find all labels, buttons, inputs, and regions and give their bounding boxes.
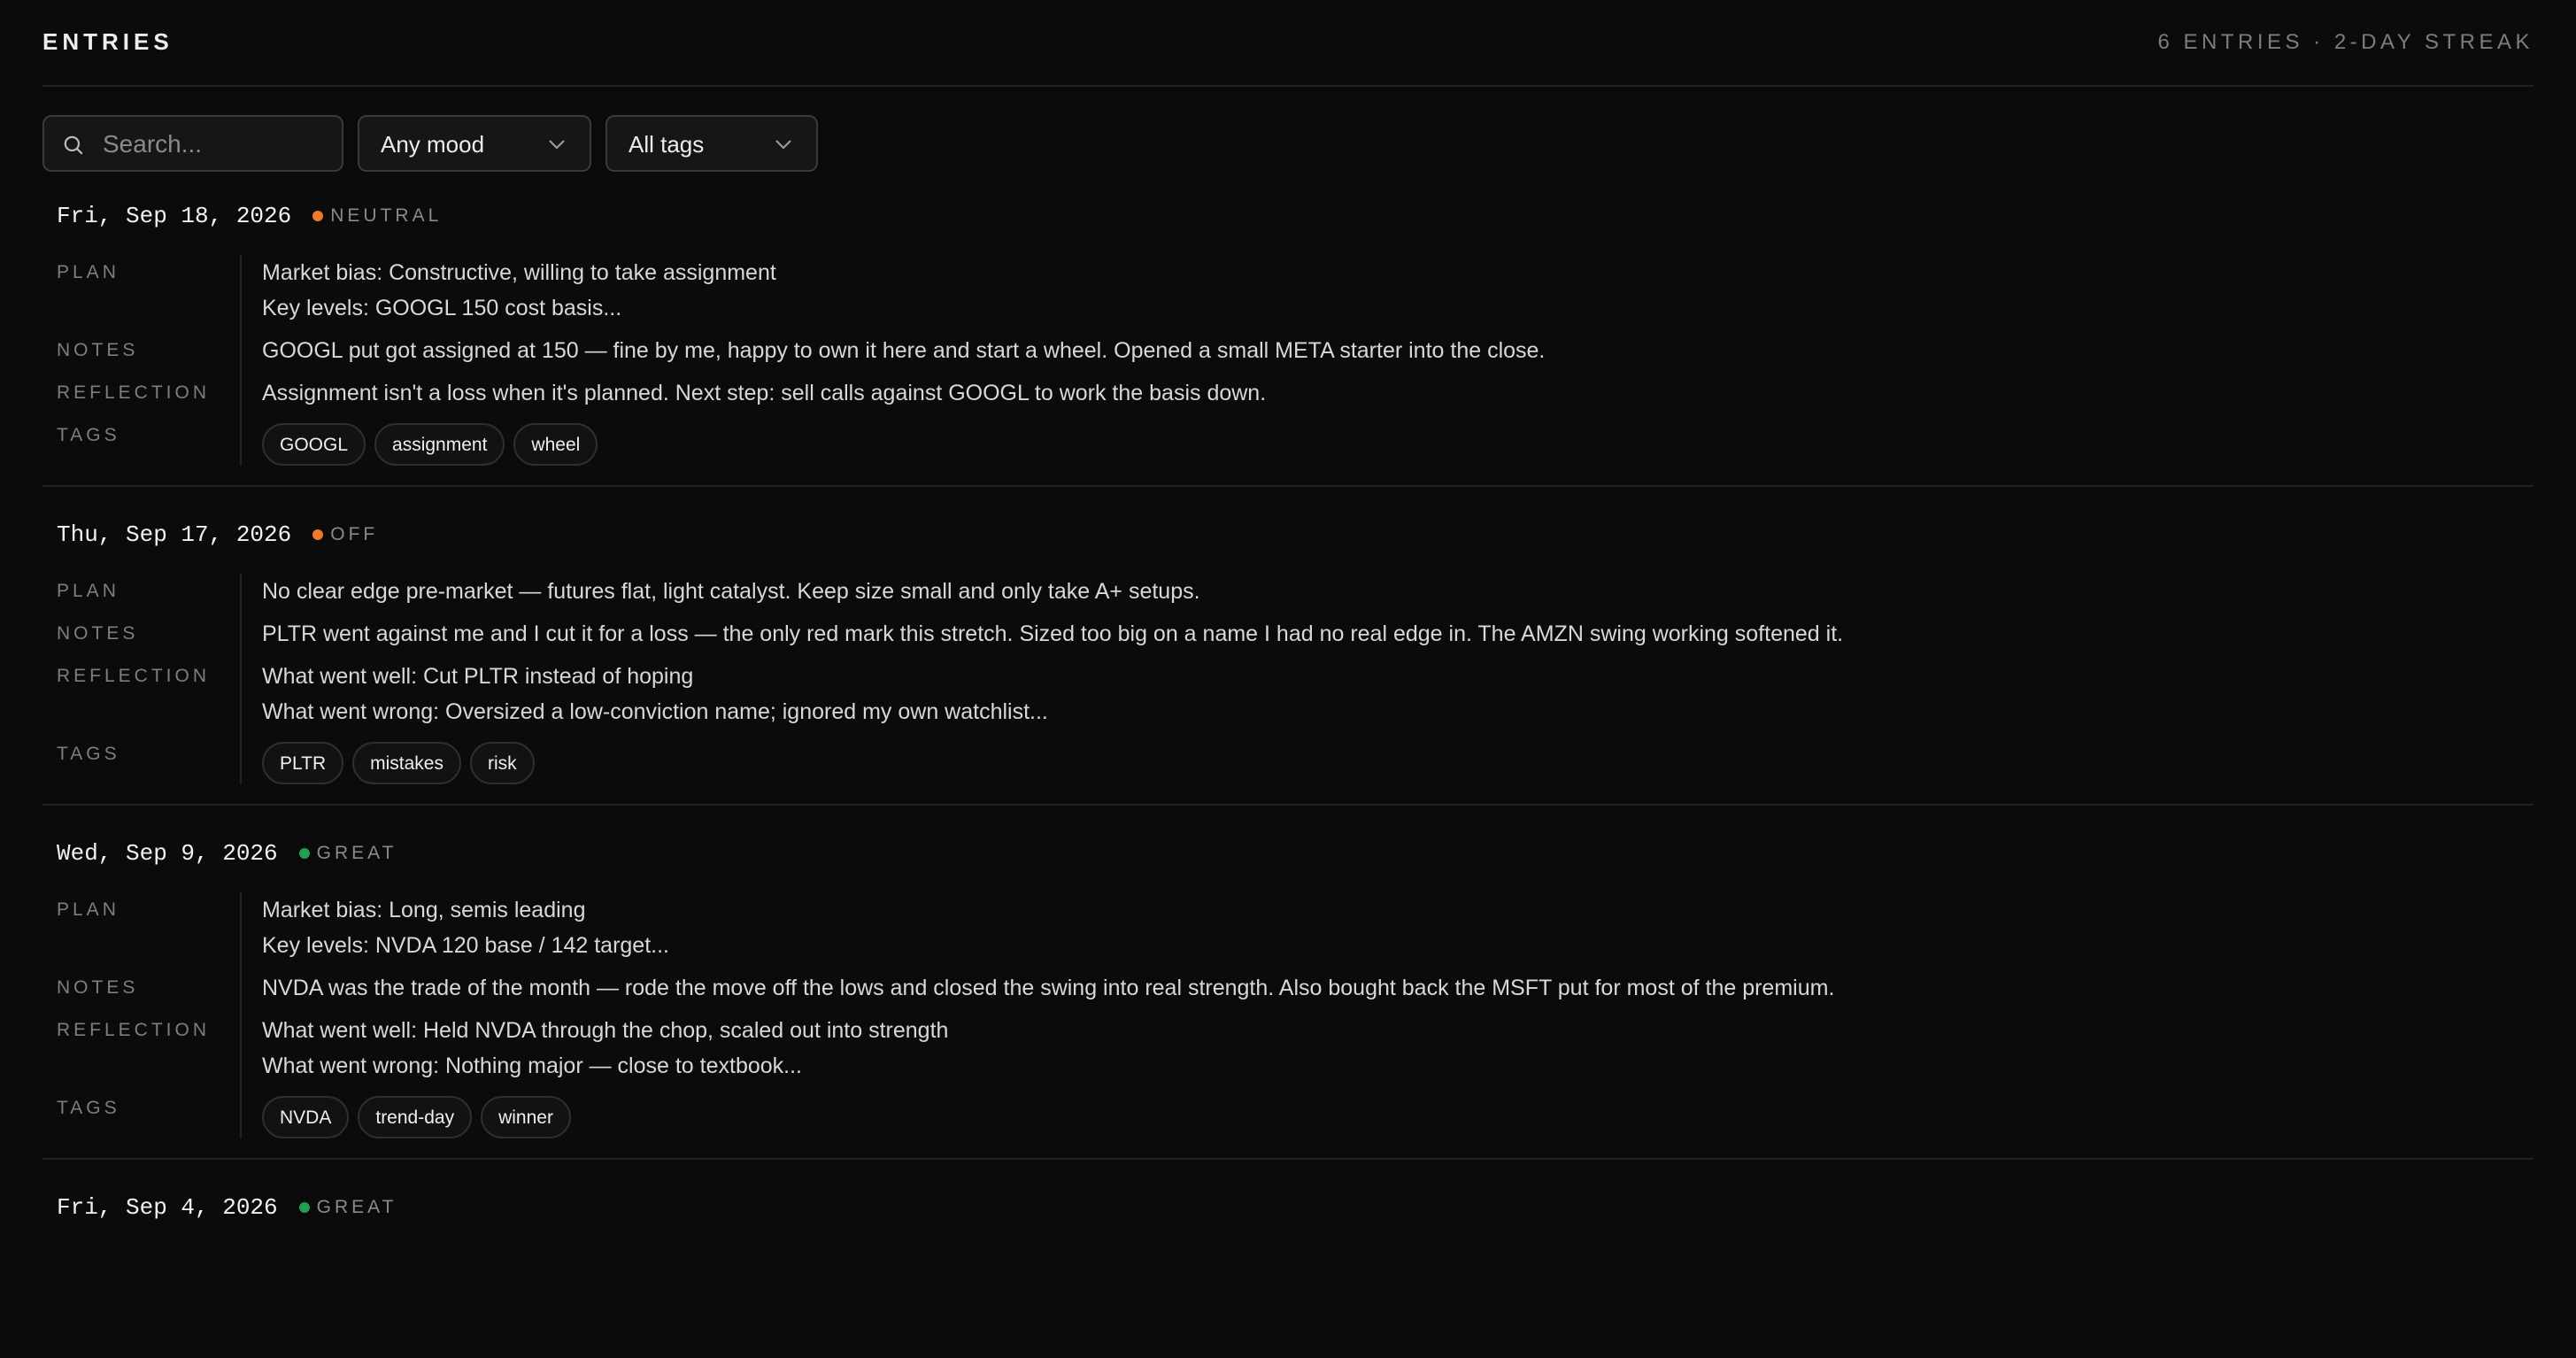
notes-row: NOTES NVDA was the trade of the month — … <box>57 970 2534 1006</box>
mood-label: NEUTRAL <box>330 205 443 226</box>
search-input[interactable] <box>101 117 335 172</box>
tag-chip[interactable]: wheel <box>513 423 598 466</box>
plan-line: Key levels: NVDA 120 base / 142 target..… <box>262 933 669 958</box>
entry-date: Wed, Sep 9, 2026 <box>57 840 278 867</box>
notes-text: NVDA was the trade of the month — rode t… <box>262 976 1835 1000</box>
page-title: ENTRIES <box>42 28 174 55</box>
entry-header: Fri, Sep 4, 2026 GREAT <box>42 1190 2534 1225</box>
reflection-line: What went well: Held NVDA through the ch… <box>262 1018 949 1043</box>
journal-entry[interactable]: Wed, Sep 9, 2026 GREAT PLAN Market bias:… <box>42 836 2534 1160</box>
plan-line: Key levels: GOOGL 150 cost basis... <box>262 296 622 320</box>
tag-list: NVDA trend-day winner <box>262 1091 571 1138</box>
reflection-row: REFLECTION Assignment isn't a loss when … <box>57 375 2534 411</box>
journal-entry[interactable]: Fri, Sep 18, 2026 NEUTRAL PLAN Market bi… <box>42 198 2534 487</box>
entry-list: Fri, Sep 18, 2026 NEUTRAL PLAN Market bi… <box>42 198 2534 1275</box>
mood-filter-dropdown[interactable]: Any mood <box>358 115 591 172</box>
tag-list: PLTR mistakes risk <box>262 737 535 784</box>
plan-label: PLAN <box>57 581 120 601</box>
tags-row: TAGS PLTR mistakes risk <box>57 737 2534 784</box>
plan-label: PLAN <box>57 262 120 282</box>
reflection-row: REFLECTION What went well: Held NVDA thr… <box>57 1013 2534 1084</box>
reflection-label: REFLECTION <box>57 382 211 403</box>
reflection-line: What went well: Cut PLTR instead of hopi… <box>262 664 694 689</box>
plan-text: No clear edge pre-market — futures flat,… <box>262 574 1200 609</box>
plan-row: PLAN No clear edge pre-market — futures … <box>57 574 2534 609</box>
mood-label: OFF <box>330 524 379 544</box>
entry-header: Thu, Sep 17, 2026 OFF <box>42 517 2534 552</box>
section-divider <box>240 574 242 784</box>
reflection-line: What went wrong: Oversized a low-convict… <box>262 699 1048 724</box>
mood-label: GREAT <box>316 1197 397 1217</box>
plan-line: No clear edge pre-market — futures flat,… <box>262 579 1200 604</box>
plan-line: Market bias: Long, semis leading <box>262 898 586 922</box>
journal-entry[interactable]: Fri, Sep 4, 2026 GREAT <box>42 1190 2534 1245</box>
entry-body: PLAN Market bias: Constructive, willing … <box>57 255 2534 466</box>
mood-dot-icon <box>312 529 324 540</box>
entry-date: Fri, Sep 4, 2026 <box>57 1194 278 1221</box>
reflection-line: What went wrong: Nothing major — close t… <box>262 1053 802 1078</box>
entry-date: Thu, Sep 17, 2026 <box>57 521 292 548</box>
chevron-down-icon <box>549 140 565 150</box>
mood-filter-value: Any mood <box>381 131 485 158</box>
plan-line: Market bias: Constructive, willing to ta… <box>262 260 776 285</box>
journal-page: ENTRIES 6 ENTRIES · 2-DAY STREAK Any moo… <box>0 0 2576 1358</box>
entry-header: Fri, Sep 18, 2026 NEUTRAL <box>42 198 2534 234</box>
tags-row: TAGS GOOGL assignment wheel <box>57 418 2534 466</box>
reflection-row: REFLECTION What went well: Cut PLTR inst… <box>57 659 2534 729</box>
notes-label: NOTES <box>57 340 139 360</box>
journal-entry[interactable]: Thu, Sep 17, 2026 OFF PLAN No clear edge… <box>42 517 2534 806</box>
tag-filter-dropdown[interactable]: All tags <box>605 115 818 172</box>
entry-date: Fri, Sep 18, 2026 <box>57 203 292 229</box>
reflection-label: REFLECTION <box>57 1020 211 1040</box>
mood-dot-icon <box>298 848 310 859</box>
tags-label: TAGS <box>57 425 120 445</box>
mood-label: GREAT <box>316 843 397 863</box>
tag-chip[interactable]: winner <box>481 1096 571 1138</box>
chevron-down-icon <box>775 140 791 150</box>
search-icon <box>64 135 83 155</box>
page-header: ENTRIES 6 ENTRIES · 2-DAY STREAK <box>42 0 2534 87</box>
tag-chip[interactable]: risk <box>469 742 535 784</box>
tag-chip[interactable]: PLTR <box>262 742 344 784</box>
plan-row: PLAN Market bias: Long, semis leading Ke… <box>57 892 2534 963</box>
tags-label: TAGS <box>57 1098 120 1118</box>
tags-label: TAGS <box>57 744 120 764</box>
plan-text: Market bias: Long, semis leading Key lev… <box>262 892 669 963</box>
notes-row: NOTES GOOGL put got assigned at 150 — fi… <box>57 333 2534 368</box>
plan-label: PLAN <box>57 899 120 920</box>
search-box[interactable] <box>42 115 343 172</box>
entry-stats: 6 ENTRIES · 2-DAY STREAK <box>2157 30 2534 54</box>
tag-chip[interactable]: assignment <box>374 423 505 466</box>
tag-filter-value: All tags <box>629 131 705 158</box>
reflection-text: What went well: Held NVDA through the ch… <box>262 1013 948 1084</box>
notes-label: NOTES <box>57 977 139 998</box>
tags-row: TAGS NVDA trend-day winner <box>57 1091 2534 1138</box>
tag-chip[interactable]: NVDA <box>262 1096 350 1138</box>
section-divider <box>240 255 242 466</box>
entry-body: PLAN No clear edge pre-market — futures … <box>57 574 2534 784</box>
mood-dot-icon <box>298 1202 310 1213</box>
plan-text: Market bias: Constructive, willing to ta… <box>262 255 776 326</box>
tag-chip[interactable]: mistakes <box>352 742 461 784</box>
notes-label: NOTES <box>57 623 139 644</box>
tag-list: GOOGL assignment wheel <box>262 418 598 466</box>
tag-chip[interactable]: trend-day <box>358 1096 473 1138</box>
reflection-text: Assignment isn't a loss when it's planne… <box>262 375 1266 411</box>
mood-dot-icon <box>312 211 324 221</box>
plan-row: PLAN Market bias: Constructive, willing … <box>57 255 2534 326</box>
tag-chip[interactable]: GOOGL <box>262 423 366 466</box>
entry-body: PLAN Market bias: Long, semis leading Ke… <box>57 892 2534 1138</box>
section-divider <box>240 892 242 1138</box>
notes-text: PLTR went against me and I cut it for a … <box>262 621 1844 646</box>
notes-row: NOTES PLTR went against me and I cut it … <box>57 616 2534 652</box>
notes-text: GOOGL put got assigned at 150 — fine by … <box>262 338 1546 363</box>
entry-header: Wed, Sep 9, 2026 GREAT <box>42 836 2534 871</box>
reflection-line: Assignment isn't a loss when it's planne… <box>262 381 1267 405</box>
reflection-label: REFLECTION <box>57 666 211 686</box>
reflection-text: What went well: Cut PLTR instead of hopi… <box>262 659 1048 729</box>
